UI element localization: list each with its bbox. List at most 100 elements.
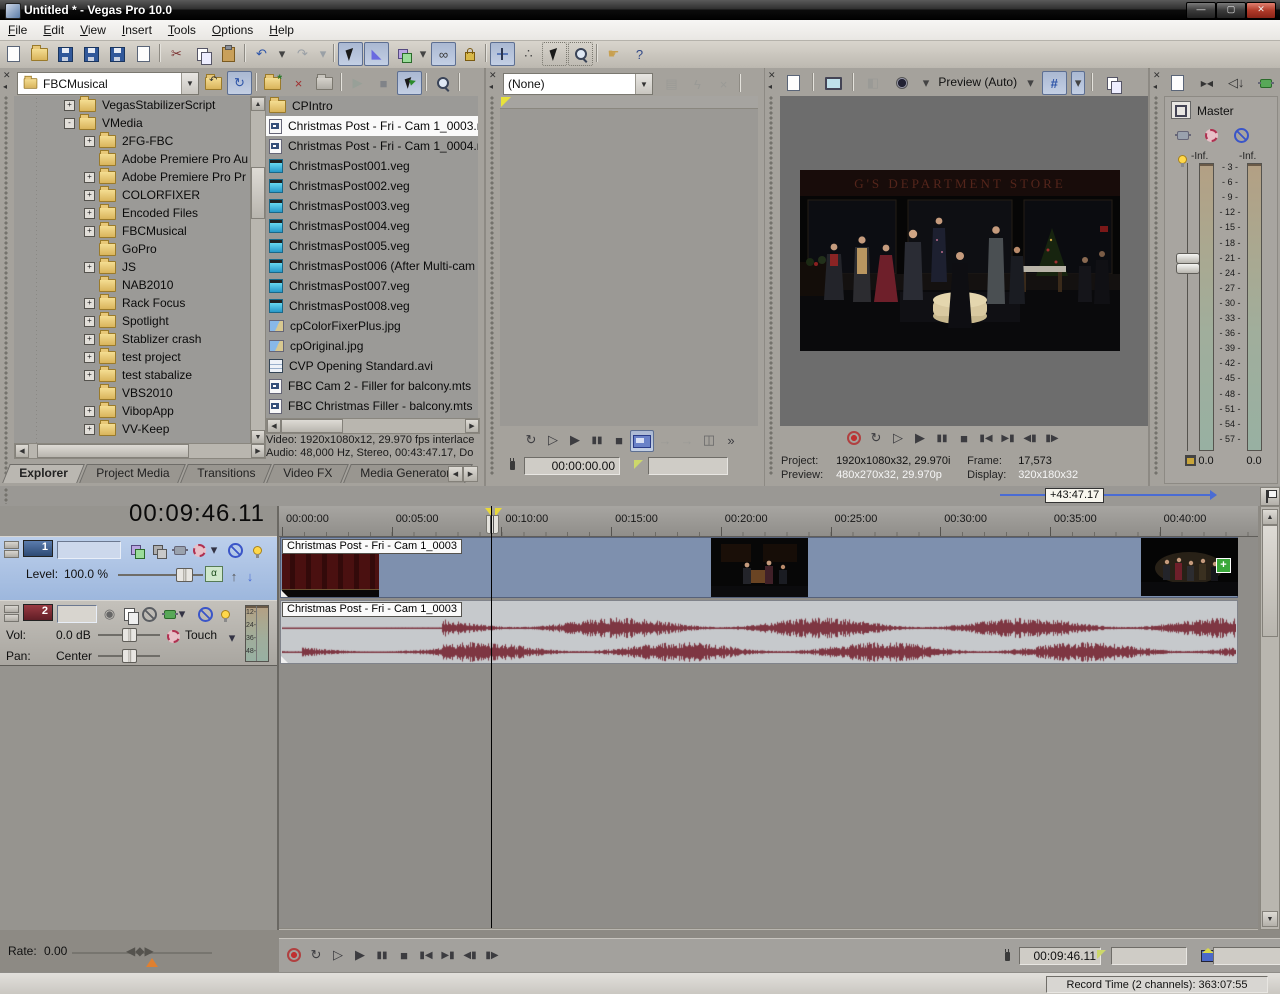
automation-mode[interactable]: Touch [185,628,217,642]
play-from-start-button[interactable]: ▷ [887,428,909,448]
loop-playback-button[interactable]: ↻ [305,945,327,965]
timeline-current-time[interactable]: 00:09:46.11 [50,500,265,528]
play-button[interactable]: ▶ [909,428,931,448]
panel-drag-handle[interactable] [769,96,774,476]
tree-item[interactable]: +VibopApp [14,402,250,420]
selection-length-field[interactable] [1213,947,1280,965]
tree-scrollbar-thumb[interactable] [251,167,265,219]
pan-slider-handle[interactable] [122,649,137,663]
collapse-panel-icon[interactable]: ◂ [489,82,493,91]
scroll-up-icon[interactable]: ▲ [1262,509,1278,525]
add-media-up-to-cursor-button[interactable]: → [654,430,676,450]
stop-button[interactable]: ■ [393,945,415,965]
vol-slider-handle[interactable] [122,628,137,642]
master-fader-handle-right[interactable] [1176,263,1200,274]
play-from-start-button[interactable]: ▷ [327,945,349,965]
previous-frame-button[interactable]: ◀▮ [459,945,481,965]
selection-edit-tool-button[interactable] [390,42,415,66]
menu-options[interactable]: Options [204,20,261,39]
close-panel-icon[interactable]: ✕ [1153,71,1161,79]
auto-ripple-button[interactable]: ∴ [516,42,541,66]
video-track-name-field[interactable] [57,541,121,559]
chevron-down-icon[interactable]: ▼ [635,74,652,94]
auto-preview-button[interactable] [397,71,422,95]
tree-expander-icon[interactable]: + [84,208,95,219]
audio-event[interactable]: Christmas Post - Fri - Cam 1_0003 [280,600,1238,664]
file-item[interactable]: FBC Christmas Filler - balcony.mts [266,396,478,416]
collapse-panel-icon[interactable]: ◂ [3,82,7,91]
automation-chevron-icon[interactable]: ▾ [207,538,221,562]
interactive-tutorials-button[interactable]: ☛ [601,42,626,66]
collapse-panel-icon[interactable]: ◂ [1153,82,1157,91]
scroll-right-icon[interactable]: ▶ [251,444,265,458]
tree-expander-icon[interactable]: + [64,100,75,111]
tabs-scroll-right-icon[interactable]: ▶ [463,466,478,482]
tree-item[interactable]: +Stablizer crash [14,330,250,348]
copy-button[interactable] [190,42,215,66]
close-panel-icon[interactable]: ✕ [768,71,776,79]
new-project-button[interactable] [1,42,26,66]
split-screen-button[interactable]: ◧ [860,71,885,95]
record-button[interactable] [283,945,305,965]
stop-button[interactable]: ■ [608,430,630,450]
envelope-edit-tool-button[interactable]: ◣ [364,42,389,66]
timeline-vscrollbar[interactable]: ▲ ▼ [1260,506,1280,930]
compositing-mode-button[interactable]: α [205,566,223,582]
project-video-properties-button[interactable] [781,71,806,95]
tab-project-media[interactable]: Project Media [79,464,186,483]
panel-drag-handle[interactable] [490,96,495,476]
trimmer-grip[interactable]: ✕ ◂ [486,68,499,486]
refresh-button[interactable]: ↻ [227,71,252,95]
loop-playback-button[interactable]: ↻ [865,428,887,448]
next-frame-button[interactable]: ▮▶ [1041,428,1063,448]
delete-button[interactable]: × [286,71,311,95]
close-panel-icon[interactable]: ✕ [489,71,497,79]
tree-item[interactable]: +Adobe Premiere Pro Pr [14,168,250,186]
save-markers-button[interactable]: ▤ [659,72,684,96]
panel-drag-handle[interactable] [1154,96,1159,476]
tree-item[interactable]: +COLORFIXER [14,186,250,204]
maximize-button[interactable]: ▢ [1216,2,1246,19]
minimize-button[interactable]: — [1186,2,1216,19]
timeline-track-area[interactable]: 00:00:0000:05:0000:10:0000:15:0000:20:00… [279,506,1258,930]
record-button[interactable] [843,428,865,448]
undo-button[interactable]: ↶ [249,42,274,66]
menu-help[interactable]: Help [261,20,302,39]
menu-view[interactable]: View [72,20,114,39]
render-as-button[interactable] [105,42,130,66]
video-track-number[interactable]: 1 [23,540,53,557]
scroll-left-icon[interactable]: ◀ [15,444,29,458]
next-frame-button[interactable]: ▮▶ [481,945,503,965]
zoom-edit-tool-button[interactable] [568,42,593,66]
file-item[interactable]: Christmas Post - Fri - Cam 1_0004.m [266,136,478,156]
insert-bus-fx-button[interactable] [1253,71,1278,95]
go-to-start-button[interactable]: ▮◀ [975,428,997,448]
quality-chevron-icon[interactable]: ▾ [1023,71,1037,95]
make-compositing-parent-button[interactable]: ↓ [243,564,257,588]
save-button[interactable] [53,42,78,66]
selection-tool-button[interactable] [542,42,567,66]
undo-list-button[interactable]: ▾ [275,42,289,66]
normal-edit-tool-button[interactable] [338,42,363,66]
lock-envelopes-button[interactable] [457,42,482,66]
menu-file[interactable]: File [0,20,35,39]
trimmer-cursor-position[interactable]: 00:00:00.00 [524,457,620,475]
add-media-from-cursor-button[interactable]: → [676,430,698,450]
display-frames-button[interactable] [630,430,654,452]
play-button[interactable]: ▶ [564,430,586,450]
mixer-properties-button[interactable] [1165,71,1190,95]
tree-item[interactable]: +Adobe Premiere Pro Au [14,150,250,168]
file-item[interactable]: ChristmasPost004.veg [266,216,478,236]
file-item[interactable]: cpOriginal.jpg [266,336,478,356]
file-item[interactable]: ChristmasPost003.veg [266,196,478,216]
tabs-scroll-left-icon[interactable]: ◀ [448,466,463,482]
tree-item[interactable]: +test project [14,348,250,366]
external-monitor-button[interactable] [821,71,846,95]
timeline-ruler[interactable]: 00:00:0000:05:0000:10:0000:15:0000:20:00… [279,506,1258,537]
menu-tools[interactable]: Tools [160,20,204,39]
tree-expander-icon[interactable]: + [84,334,95,345]
up-one-level-button[interactable] [201,71,226,95]
file-item[interactable]: ChristmasPost007.veg [266,276,478,296]
file-item[interactable]: ChristmasPost002.veg [266,176,478,196]
tree-hscrollbar[interactable]: ◀ ▶ [14,443,266,459]
